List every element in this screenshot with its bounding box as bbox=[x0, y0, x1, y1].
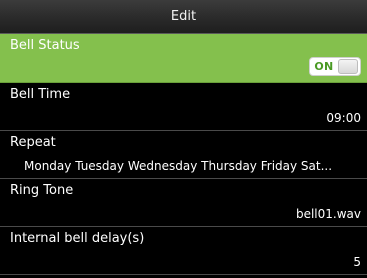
bell-time-value: 09:00 bbox=[326, 111, 361, 125]
internal-bell-delay-label: Internal bell delay(s) bbox=[10, 231, 145, 246]
setting-row-bell-time[interactable]: Bell Time 09:00 bbox=[0, 83, 367, 131]
bell-time-label: Bell Time bbox=[10, 87, 71, 102]
repeat-value: Monday Tuesday Wednesday Thursday Friday… bbox=[24, 159, 333, 173]
repeat-label: Repeat bbox=[10, 135, 56, 150]
title-bar: Edit bbox=[0, 0, 367, 34]
toggle-knob bbox=[338, 59, 358, 74]
setting-row-bell-status[interactable]: Bell Status ON bbox=[0, 34, 367, 83]
bell-status-toggle[interactable]: ON bbox=[309, 57, 361, 76]
ring-tone-label: Ring Tone bbox=[10, 183, 74, 198]
setting-row-internal-bell-delay[interactable]: Internal bell delay(s) 5 bbox=[0, 227, 367, 275]
settings-list: Bell Status ON Bell Time 09:00 Repeat Mo… bbox=[0, 34, 367, 275]
page-title: Edit bbox=[170, 9, 197, 24]
toggle-state-label: ON bbox=[314, 60, 334, 73]
setting-row-repeat[interactable]: Repeat Monday Tuesday Wednesday Thursday… bbox=[0, 131, 367, 179]
edit-screen: Edit Bell Status ON Bell Time 09:00 Repe… bbox=[0, 0, 367, 278]
internal-bell-delay-value: 5 bbox=[353, 255, 361, 269]
ring-tone-value: bell01.wav bbox=[295, 207, 361, 221]
setting-row-ring-tone[interactable]: Ring Tone bell01.wav bbox=[0, 179, 367, 227]
bell-status-label: Bell Status bbox=[10, 38, 80, 53]
